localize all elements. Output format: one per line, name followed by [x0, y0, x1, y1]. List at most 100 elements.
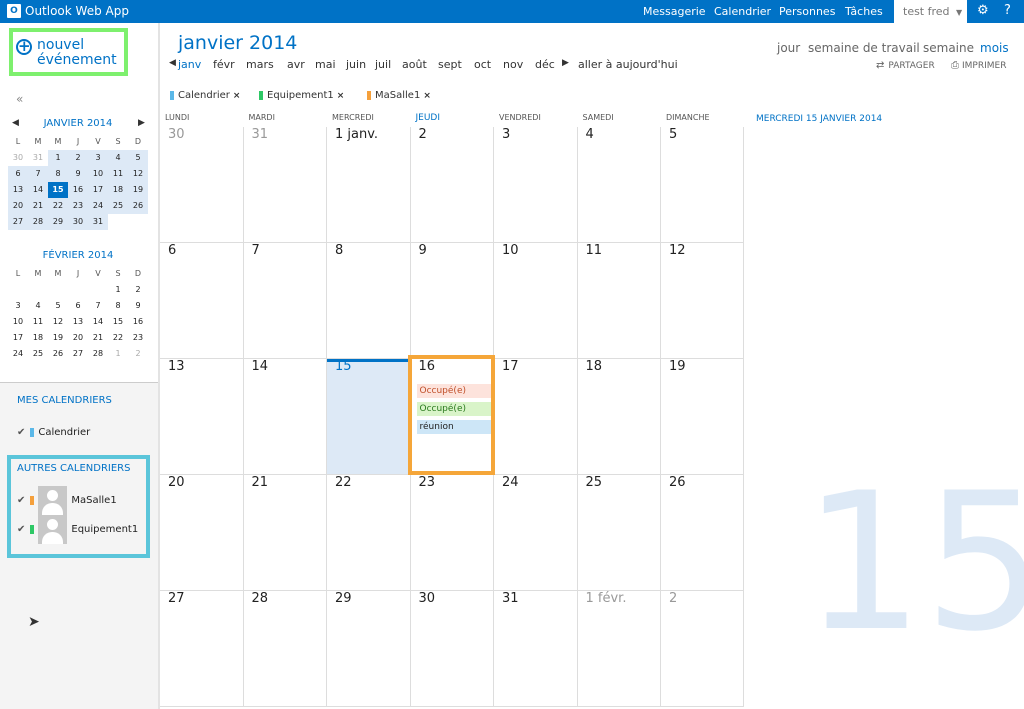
- close-icon[interactable]: ×: [337, 91, 345, 101]
- nav-messagerie[interactable]: Messagerie: [643, 5, 706, 18]
- mini-date-cell[interactable]: 26: [48, 346, 68, 362]
- day-cell[interactable]: 21: [243, 475, 327, 591]
- app-brand[interactable]: O Outlook Web App: [7, 4, 129, 18]
- gear-icon[interactable]: ⚙: [977, 3, 989, 18]
- mini-date-cell[interactable]: 23: [128, 330, 148, 346]
- mini-date-cell[interactable]: 8: [108, 298, 128, 314]
- nav-calendrier[interactable]: Calendrier: [714, 5, 771, 18]
- mini-date-cell[interactable]: 13: [8, 182, 28, 198]
- mini-date-cell[interactable]: 31: [88, 214, 108, 230]
- mini-date-cell[interactable]: 12: [128, 166, 148, 182]
- day-cell[interactable]: 19: [661, 359, 744, 475]
- mini-date-cell[interactable]: 2: [128, 282, 148, 298]
- mini-date-cell[interactable]: 17: [88, 182, 108, 198]
- month-link[interactable]: oct: [474, 58, 491, 71]
- mini-calendar-title[interactable]: JANVIER 2014: [8, 118, 148, 129]
- mini-date-cell[interactable]: 26: [128, 198, 148, 214]
- mini-date-cell[interactable]: 2: [68, 150, 88, 166]
- go-to-today-link[interactable]: aller à aujourd'hui: [578, 58, 678, 71]
- month-link[interactable]: mai: [315, 58, 336, 71]
- view-week[interactable]: semaine: [923, 41, 974, 55]
- day-cell[interactable]: 14: [243, 359, 327, 475]
- month-link[interactable]: janv: [178, 58, 201, 71]
- mini-date-cell[interactable]: 25: [108, 198, 128, 214]
- day-cell[interactable]: 22: [327, 475, 411, 591]
- mini-date-cell[interactable]: 23: [68, 198, 88, 214]
- mini-date-cell[interactable]: 22: [108, 330, 128, 346]
- day-cell[interactable]: 8: [327, 243, 411, 359]
- mini-date-cell[interactable]: 4: [108, 150, 128, 166]
- month-link[interactable]: mars: [246, 58, 274, 71]
- collapse-pane-icon[interactable]: «: [16, 92, 23, 106]
- mini-date-cell[interactable]: 19: [48, 330, 68, 346]
- month-link[interactable]: nov: [503, 58, 523, 71]
- mini-date-cell[interactable]: 1: [48, 150, 68, 166]
- mini-date-cell[interactable]: 3: [8, 298, 28, 314]
- day-cell[interactable]: 13: [160, 359, 244, 475]
- day-cell[interactable]: 31: [494, 591, 578, 707]
- day-cell[interactable]: 30: [160, 127, 244, 243]
- mini-date-cell[interactable]: 8: [48, 166, 68, 182]
- day-cell[interactable]: 18: [577, 359, 661, 475]
- mini-date-cell[interactable]: 28: [88, 346, 108, 362]
- view-day[interactable]: jour: [777, 41, 800, 55]
- my-calendars-title[interactable]: MES CALENDRIERS: [17, 395, 112, 406]
- new-event-button[interactable]: + nouvel événement: [9, 28, 128, 76]
- mini-date-cell[interactable]: 27: [68, 346, 88, 362]
- mini-date-cell[interactable]: 2: [128, 346, 148, 362]
- close-icon[interactable]: ×: [233, 91, 241, 101]
- mini-date-cell[interactable]: 9: [128, 298, 148, 314]
- month-link[interactable]: août: [402, 58, 427, 71]
- mini-date-cell[interactable]: 11: [28, 314, 48, 330]
- mini-date-cell[interactable]: 18: [28, 330, 48, 346]
- day-cell[interactable]: 27: [160, 591, 244, 707]
- mini-date-cell[interactable]: 24: [8, 346, 28, 362]
- close-icon[interactable]: ×: [423, 91, 431, 101]
- mini-date-cell[interactable]: 6: [8, 166, 28, 182]
- mini-date-cell[interactable]: 16: [68, 182, 88, 198]
- mini-date-cell[interactable]: 4: [28, 298, 48, 314]
- print-button[interactable]: ⎙ IMPRIMER: [951, 60, 1006, 71]
- filter-equipement1[interactable]: Equipement1 ×: [259, 90, 344, 101]
- mini-date-cell[interactable]: 18: [108, 182, 128, 198]
- mini-date-cell[interactable]: 5: [128, 150, 148, 166]
- mini-date-cell[interactable]: 17: [8, 330, 28, 346]
- mini-date-cell[interactable]: 16: [128, 314, 148, 330]
- mini-calendar-title[interactable]: FÉVRIER 2014: [8, 250, 148, 261]
- view-month[interactable]: mois: [980, 41, 1009, 55]
- mini-date-cell[interactable]: 29: [48, 214, 68, 230]
- mini-date-cell[interactable]: 5: [48, 298, 68, 314]
- mini-date-cell[interactable]: 14: [28, 182, 48, 198]
- mini-date-cell[interactable]: 1: [108, 346, 128, 362]
- user-menu[interactable]: test fred ▼: [894, 0, 967, 23]
- day-cell[interactable]: 20: [160, 475, 244, 591]
- mini-date-cell[interactable]: 12: [48, 314, 68, 330]
- mini-date-cell[interactable]: 22: [48, 198, 68, 214]
- prev-month-icon[interactable]: ◀: [169, 58, 176, 68]
- mini-date-cell[interactable]: 28: [28, 214, 48, 230]
- day-cell[interactable]: 6: [160, 243, 244, 359]
- day-cell[interactable]: 5: [661, 127, 744, 243]
- calendar-item-calendrier[interactable]: ✔ Calendrier: [17, 427, 90, 438]
- other-calendars-title[interactable]: AUTRES CALENDRIERS: [17, 463, 130, 474]
- day-cell[interactable]: 3: [494, 127, 578, 243]
- mini-date-cell[interactable]: 1: [108, 282, 128, 298]
- day-cell[interactable]: 1 janv.: [327, 127, 411, 243]
- nav-personnes[interactable]: Personnes: [779, 5, 835, 18]
- mini-date-cell[interactable]: 13: [68, 314, 88, 330]
- mini-date-cell[interactable]: 30: [8, 150, 28, 166]
- month-link[interactable]: sept: [438, 58, 462, 71]
- day-cell[interactable]: 11: [577, 243, 661, 359]
- mini-date-cell[interactable]: 21: [28, 198, 48, 214]
- day-cell[interactable]: 23: [410, 475, 494, 591]
- mini-date-cell[interactable]: 10: [88, 166, 108, 182]
- calendar-item-masalle1[interactable]: ✔ MaSalle1: [17, 486, 117, 515]
- view-work-week[interactable]: semaine de travail: [808, 41, 920, 55]
- mini-date-cell[interactable]: 10: [8, 314, 28, 330]
- help-icon[interactable]: ?: [1004, 3, 1011, 18]
- day-cell[interactable]: 24: [494, 475, 578, 591]
- mini-date-cell[interactable]: 21: [88, 330, 108, 346]
- mini-date-cell[interactable]: 7: [28, 166, 48, 182]
- day-cell[interactable]: 15: [327, 359, 411, 475]
- day-cell[interactable]: 17: [494, 359, 578, 475]
